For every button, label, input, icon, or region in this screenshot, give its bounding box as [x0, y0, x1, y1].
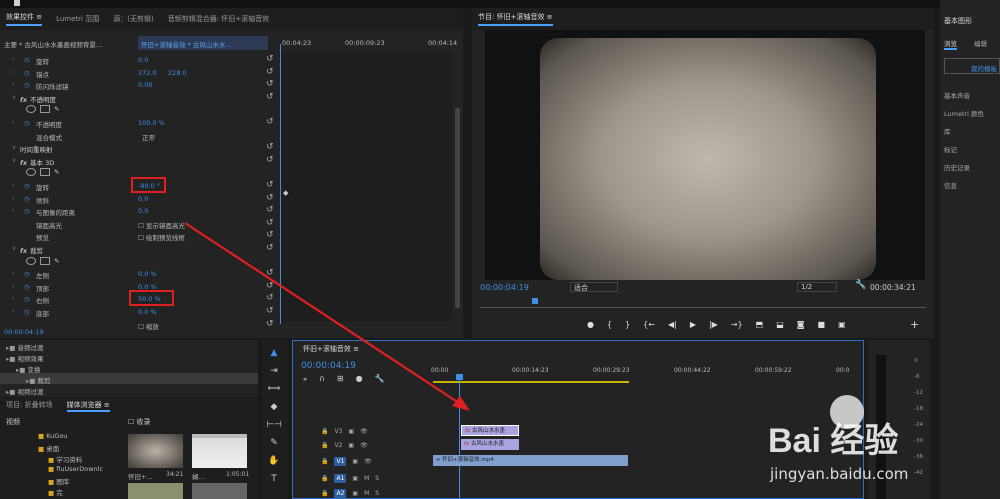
- watermark-url: jingyan.baidu.com: [770, 465, 909, 483]
- watermark-brand: Bai 经验: [768, 422, 899, 460]
- watermark: Bai 经验 jingyan.baidu.com: [768, 395, 998, 495]
